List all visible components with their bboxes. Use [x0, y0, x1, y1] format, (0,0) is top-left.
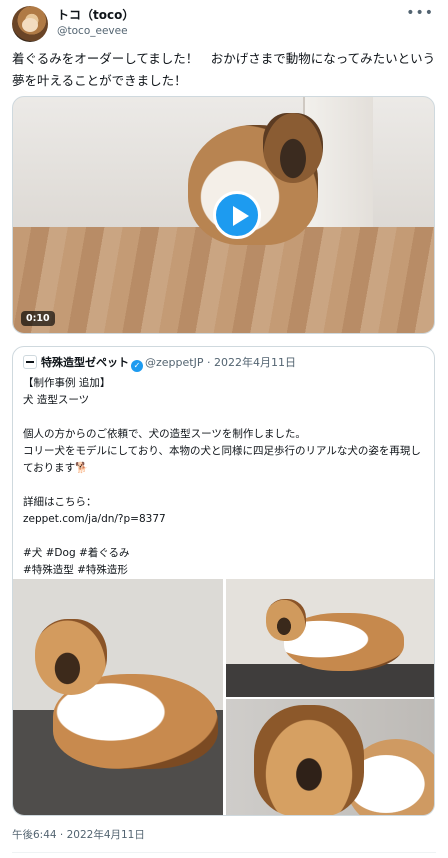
collie-head [266, 599, 306, 641]
more-icon[interactable]: ••• [406, 6, 434, 20]
collie-head [254, 705, 364, 815]
quoted-avatar [23, 355, 37, 369]
photo-3[interactable] [226, 699, 434, 815]
divider [12, 852, 436, 853]
photo-1[interactable] [13, 579, 223, 815]
quoted-header: 特殊造型ゼペット ✓ @zeppetJP · 2022年4月11日 [23, 355, 423, 372]
author-handle[interactable]: @toco_eevee [57, 25, 128, 38]
video-floor [13, 227, 434, 333]
video-duration: 0:10 [21, 311, 55, 326]
tweet-header: トコ（toco） @toco_eevee ••• [12, 6, 436, 42]
play-icon [233, 206, 249, 226]
quoted-separator: · [206, 356, 211, 369]
video-dog-head [263, 113, 323, 183]
avatar-face [22, 18, 38, 32]
tweet-timestamp[interactable]: 午後6:44 · 2022年4月11日 [12, 828, 145, 842]
tweet-text: 着ぐるみをオーダーしてました！ おかげさまで動物になってみたいという夢を叶えるこ… [12, 51, 436, 88]
avatar[interactable] [12, 6, 48, 42]
quoted-text: 【制作事例 追加】 犬 造型スーツ 個人の方からのご依頼で、犬の造型スーツを制作… [23, 377, 421, 576]
quoted-tweet[interactable]: 特殊造型ゼペット ✓ @zeppetJP · 2022年4月11日 【制作事例 追加… [12, 346, 435, 816]
play-button[interactable] [213, 191, 261, 239]
quoted-date: 2022年4月11日 [213, 356, 296, 369]
verified-badge-icon: ✓ [131, 360, 143, 372]
author-name[interactable]: トコ（toco） [57, 8, 134, 22]
photo-grid [13, 579, 434, 815]
collie-head [35, 619, 107, 695]
video-player[interactable]: 0:10 [12, 96, 435, 334]
quoted-author-handle: @zeppetJP [145, 356, 204, 369]
photo-2[interactable] [226, 579, 434, 697]
quoted-author-name: 特殊造型ゼペット [41, 356, 129, 369]
